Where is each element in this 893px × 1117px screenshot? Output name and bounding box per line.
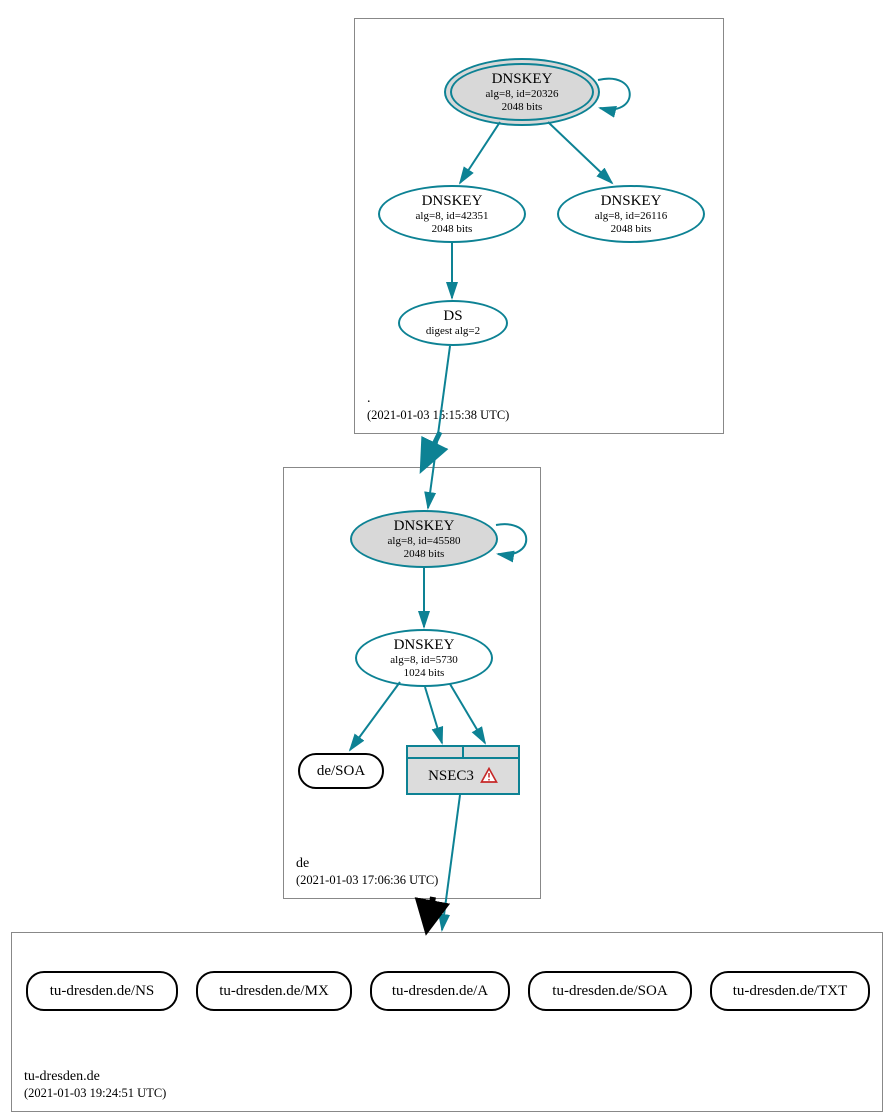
root-zsk1-line1: alg=8, id=42351: [416, 210, 489, 223]
zone-tud-timestamp: (2021-01-03 19:24:51 UTC): [24, 1086, 166, 1101]
zone-tud-name: tu-dresden.de: [24, 1069, 166, 1086]
node-root-zsk2: DNSKEY alg=8, id=26116 2048 bits: [557, 185, 705, 243]
tud-txt-label: tu-dresden.de/TXT: [733, 983, 848, 1000]
nsec3-header: [406, 745, 520, 759]
root-zsk1-line2: 2048 bits: [432, 223, 473, 236]
tud-ns-label: tu-dresden.de/NS: [50, 983, 155, 1000]
node-de-zsk: DNSKEY alg=8, id=5730 1024 bits: [355, 629, 493, 687]
edge-root-to-de: [424, 432, 440, 465]
node-tud-txt: tu-dresden.de/TXT: [710, 971, 870, 1011]
node-de-nsec3: NSEC3: [406, 745, 520, 795]
node-root-zsk1: DNSKEY alg=8, id=42351 2048 bits: [378, 185, 526, 243]
de-soa-label: de/SOA: [317, 763, 365, 780]
zone-de-timestamp: (2021-01-03 17:06:36 UTC): [296, 873, 438, 888]
tud-a-label: tu-dresden.de/A: [392, 983, 488, 1000]
zone-root-timestamp: (2021-01-03 15:15:38 UTC): [367, 408, 509, 423]
zone-de-name: de: [296, 856, 438, 873]
zone-tud: tu-dresden.de (2021-01-03 19:24:51 UTC): [11, 932, 883, 1112]
edge-de-to-tud: [428, 897, 433, 924]
node-tud-ns: tu-dresden.de/NS: [26, 971, 178, 1011]
node-tud-mx: tu-dresden.de/MX: [196, 971, 352, 1011]
de-ksk-line1: alg=8, id=45580: [388, 535, 461, 548]
root-ksk-line2: 2048 bits: [502, 101, 543, 114]
node-de-ksk: DNSKEY alg=8, id=45580 2048 bits: [350, 510, 498, 568]
root-ksk-line1: alg=8, id=20326: [486, 88, 559, 101]
node-root-ds: DS digest alg=2: [398, 300, 508, 346]
de-ksk-line2: 2048 bits: [404, 548, 445, 561]
warning-icon: [480, 767, 498, 785]
root-zsk2-line2: 2048 bits: [611, 223, 652, 236]
node-tud-a: tu-dresden.de/A: [370, 971, 510, 1011]
de-zsk-title: DNSKEY: [394, 637, 455, 654]
de-ksk-title: DNSKEY: [394, 518, 455, 535]
root-ksk-title: DNSKEY: [492, 71, 553, 88]
node-de-soa: de/SOA: [298, 753, 384, 789]
root-zsk1-title: DNSKEY: [422, 193, 483, 210]
root-ds-title: DS: [443, 308, 462, 325]
root-zsk2-line1: alg=8, id=26116: [595, 210, 668, 223]
zone-root-name: .: [367, 391, 509, 408]
de-zsk-line2: 1024 bits: [404, 667, 445, 680]
de-zsk-line1: alg=8, id=5730: [390, 654, 457, 667]
root-ds-line1: digest alg=2: [426, 325, 480, 338]
node-tud-soa: tu-dresden.de/SOA: [528, 971, 692, 1011]
tud-soa-label: tu-dresden.de/SOA: [552, 983, 667, 1000]
nsec3-label: NSEC3: [428, 768, 474, 785]
root-zsk2-title: DNSKEY: [601, 193, 662, 210]
tud-mx-label: tu-dresden.de/MX: [219, 983, 329, 1000]
